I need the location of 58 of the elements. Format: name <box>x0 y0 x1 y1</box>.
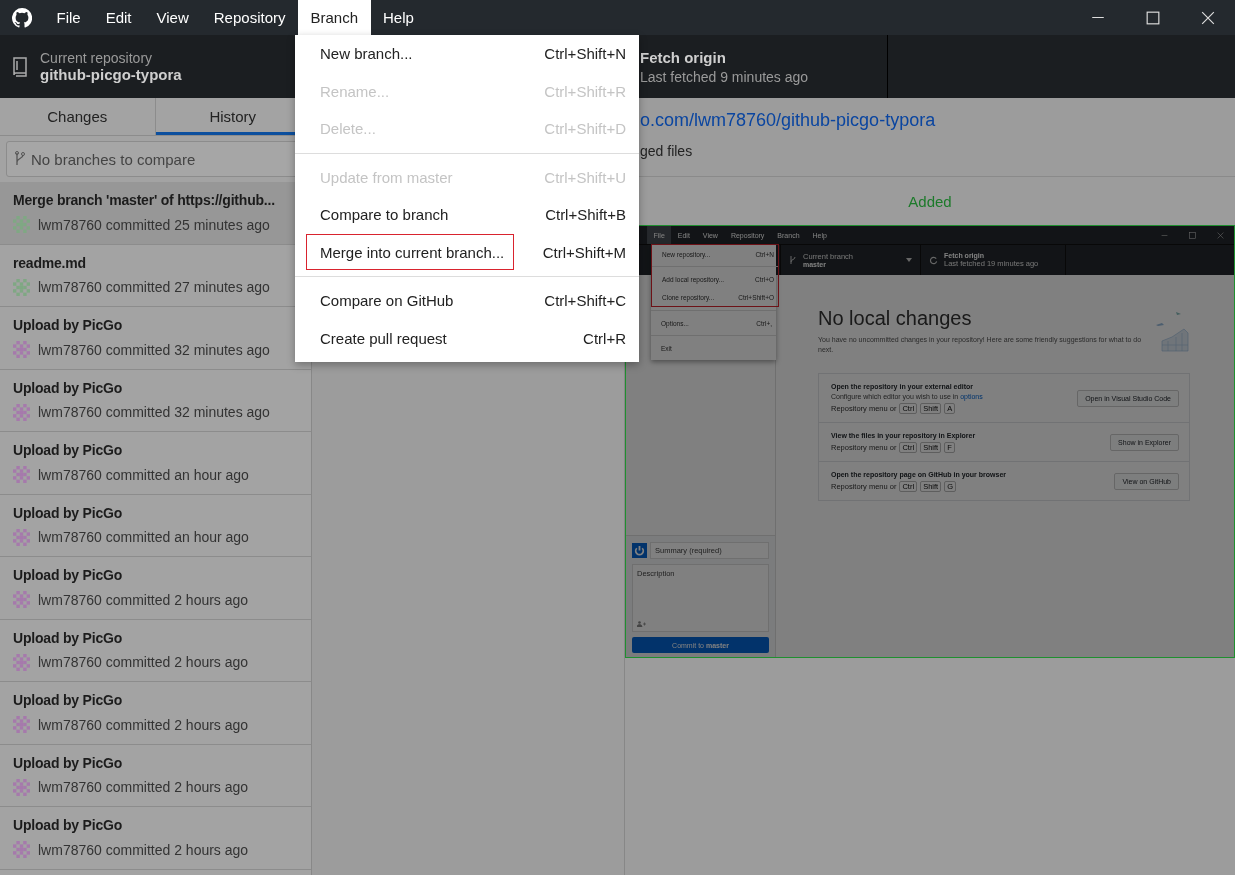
commit-row[interactable]: Upload by PicGo lwm78760 committed 2 hours ago <box>0 619 311 682</box>
commit-byline: lwm78760 committed an hour ago <box>38 466 249 483</box>
github-logo-icon[interactable] <box>12 7 32 28</box>
commit-row[interactable]: Upload by PicGo lwm78760 committed 2 hours ago <box>0 557 311 620</box>
sidebar-tab[interactable]: History <box>155 98 311 135</box>
commit-byline: lwm78760 committed 2 hours ago <box>38 716 249 733</box>
commit-byline: lwm78760 committed 2 hours ago <box>38 654 249 670</box>
branch-icon <box>789 255 797 265</box>
menu-item[interactable]: New branch... Ctrl+Shift+N <box>295 35 639 73</box>
menu-bar-item[interactable]: Repository <box>201 0 298 35</box>
minimize-icon <box>1160 234 1168 236</box>
branch-icon <box>15 151 25 167</box>
commit-row[interactable]: Upload by PicGo lwm78760 committed an hour ago <box>0 494 311 557</box>
add-coauthor-icon[interactable] <box>637 621 646 627</box>
sidebar-tab[interactable]: Changes <box>0 98 156 135</box>
commit-byline: lwm78760 committed 2 hours ago <box>38 591 249 608</box>
menu-bar-item[interactable]: File <box>44 0 94 35</box>
commit-title: Upload by PicGo <box>13 567 123 583</box>
commit-title: Upload by PicGo <box>13 754 123 771</box>
commit-title: Upload by PicGo <box>13 817 123 833</box>
commit-row[interactable]: Upload by PicGo lwm78760 committed an hour ago <box>0 432 311 495</box>
commit-title: readme.md <box>13 254 87 271</box>
close-icon <box>1200 10 1215 25</box>
avatar-icon <box>632 543 647 558</box>
commit-title: Upload by PicGo <box>13 629 123 646</box>
maximize-icon <box>1188 231 1196 239</box>
caret-icon <box>906 258 912 262</box>
commit-byline: lwm78760 committed 25 minutes ago <box>38 216 270 233</box>
commit-row[interactable]: Upload by PicGo lwm78760 committed 32 minutes ago <box>0 369 311 432</box>
empty-state-title: No local changes <box>818 307 973 330</box>
commit-byline: lwm78760 committed 27 minutes ago <box>38 279 270 295</box>
commit-byline: lwm78760 committed 32 minutes ago <box>38 404 270 420</box>
commit-title: Upload by PicGo <box>13 692 123 708</box>
commit-title: Upload by PicGo <box>13 504 123 521</box>
commit-title: Merge branch 'master' of https://github... <box>13 192 276 208</box>
menu-bar-item[interactable]: Help <box>370 0 427 35</box>
commit-row[interactable]: Upload by PicGo lwm78760 committed 2 hours ago <box>0 744 311 807</box>
commit-byline: lwm78760 committed 2 hours ago <box>38 841 249 858</box>
commit-title: Upload by PicGo <box>13 379 123 396</box>
sync-icon <box>929 255 938 265</box>
commit-byline: lwm78760 committed 32 minutes ago <box>38 341 270 358</box>
file-status: Added <box>907 191 953 212</box>
commit-title: Upload by PicGo <box>13 317 123 333</box>
commit-byline: lwm78760 committed 2 hours ago <box>38 779 249 795</box>
repository-link[interactable]: o.com/lwm78760/github-picgo-typora <box>640 110 1235 131</box>
minimize-icon <box>1090 16 1105 19</box>
close-icon <box>1216 231 1224 239</box>
fetch-button[interactable]: Fetch origin Last fetched 9 minutes ago <box>640 48 809 85</box>
maximize-icon <box>1145 10 1160 25</box>
book-icon <box>12 56 28 77</box>
changed-files-count: ged files <box>640 143 694 159</box>
commit-row[interactable]: Upload by PicGo lwm78760 committed 2 hours ago <box>0 682 311 745</box>
commit-title: Upload by PicGo <box>13 442 123 458</box>
commit-byline: lwm78760 committed an hour ago <box>38 529 249 545</box>
menu-bar-item[interactable]: Branch <box>298 0 371 35</box>
menu-bar-item[interactable]: View <box>144 0 202 35</box>
commit-row[interactable]: Upload by PicGo lwm78760 committed 2 hours ago <box>0 807 311 870</box>
menu-bar-item[interactable]: Edit <box>93 0 145 35</box>
